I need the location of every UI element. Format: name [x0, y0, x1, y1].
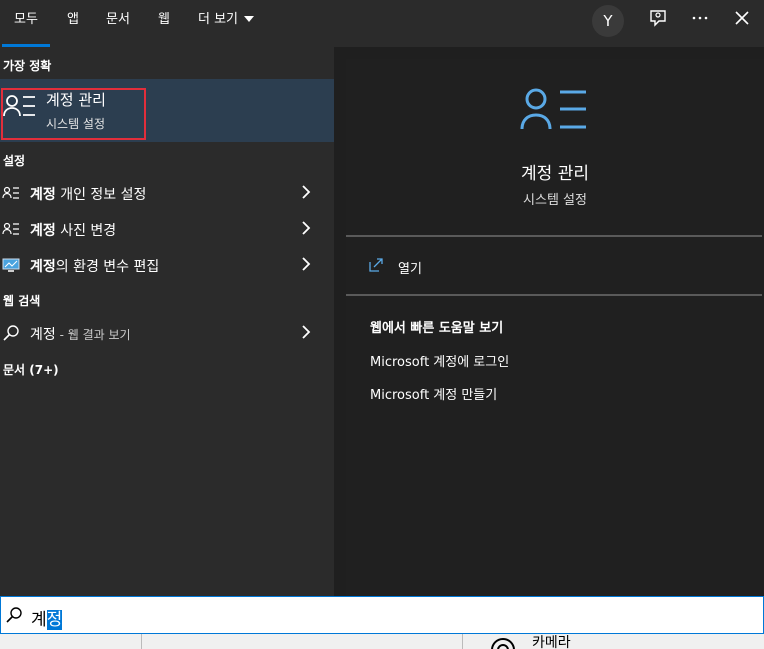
open-external-icon	[369, 258, 383, 272]
web-help-header: 웹에서 빠른 도움말 보기	[370, 321, 504, 336]
settings-item-label: 의 환경 변수 편집	[55, 259, 160, 275]
divider	[346, 235, 762, 237]
web-link-create-account[interactable]: Microsoft 계정 만들기	[370, 384, 497, 403]
preview-pane: 계정 관리 시스템 설정 열기 웹에서 빠른 도움말 보기 Microsoft …	[346, 59, 764, 596]
selection-highlight	[1, 88, 146, 140]
search-selected-text: 정	[46, 610, 63, 630]
chevron-right-icon[interactable]	[298, 324, 314, 340]
best-match-header: 가장 정확	[3, 59, 52, 73]
settings-item-label: 개인 정보 설정	[55, 187, 147, 203]
keyword: 계정	[30, 223, 56, 239]
search-typed-text: 계	[31, 610, 47, 630]
open-button[interactable]: 열기	[368, 255, 468, 277]
preview-subtitle: 시스템 설정	[523, 193, 587, 208]
best-match-item[interactable]: 계정 관리 시스템 설정	[0, 79, 334, 142]
search-box[interactable]: 계정	[0, 596, 764, 634]
settings-item-privacy[interactable]: 계정 개인 정보 설정	[0, 175, 334, 211]
web-search-header: 웹 검색	[3, 294, 41, 308]
search-icon	[6, 607, 22, 623]
preview-title: 계정 관리	[521, 164, 589, 184]
search-input[interactable]: 계정	[31, 605, 63, 630]
more-options-icon[interactable]	[687, 8, 713, 34]
account-list-icon	[520, 88, 586, 130]
settings-item-env-vars[interactable]: 계정의 환경 변수 편집	[0, 247, 334, 283]
background-window: 카메라	[0, 634, 764, 649]
results-pane: 가장 정확 계정 관리 시스템 설정 설정 계정 개인 정보 설정 계정 사진 …	[0, 47, 334, 596]
keyword: 계정	[30, 187, 56, 203]
feedback-icon[interactable]	[645, 8, 671, 34]
chevron-right-icon[interactable]	[298, 256, 314, 272]
tab-documents[interactable]: 문서	[106, 0, 130, 47]
tab-all[interactable]: 모두	[2, 0, 50, 47]
account-list-icon	[2, 222, 19, 235]
settings-item-label: 사진 변경	[55, 223, 117, 239]
web-query: 계정	[30, 327, 56, 343]
tab-apps[interactable]: 앱	[67, 0, 79, 47]
close-icon[interactable]	[729, 8, 755, 34]
web-results-suffix: - 웹 결과 보기	[55, 328, 131, 342]
camera-icon[interactable]	[489, 636, 517, 649]
web-search-item[interactable]: 계정 - 웹 결과 보기	[0, 315, 334, 351]
chevron-right-icon[interactable]	[298, 184, 314, 200]
open-label: 열기	[398, 262, 422, 277]
tab-web[interactable]: 웹	[158, 0, 170, 47]
settings-header: 설정	[3, 154, 26, 168]
camera-label[interactable]: 카메라	[532, 634, 571, 649]
web-link-sign-in[interactable]: Microsoft 계정에 로그인	[370, 351, 509, 370]
top-bar: 모두 앱 문서 웹 더 보기 Y	[0, 0, 764, 47]
divider	[346, 294, 762, 296]
divider	[141, 634, 142, 649]
account-list-icon	[2, 186, 19, 199]
documents-header[interactable]: 문서 (7+)	[3, 361, 59, 378]
tab-more[interactable]: 더 보기	[198, 0, 255, 47]
keyword: 계정	[30, 259, 56, 275]
chevron-right-icon[interactable]	[298, 220, 314, 236]
tab-more-label: 더 보기	[198, 12, 239, 27]
settings-item-photo[interactable]: 계정 사진 변경	[0, 211, 334, 247]
search-icon	[3, 325, 19, 341]
chevron-down-icon	[244, 15, 255, 22]
monitor-icon	[2, 258, 20, 272]
avatar[interactable]: Y	[592, 5, 624, 37]
divider	[462, 634, 463, 649]
